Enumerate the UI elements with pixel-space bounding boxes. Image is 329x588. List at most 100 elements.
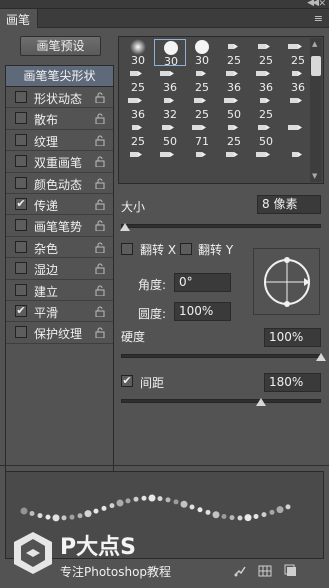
lock-icon[interactable]	[95, 220, 105, 232]
lock-icon[interactable]	[95, 113, 105, 125]
preview-dot	[237, 515, 243, 521]
scroll-up-icon[interactable]: ▲	[312, 40, 320, 48]
brush-option-row[interactable]: 双重画笔	[6, 151, 113, 173]
option-checkbox[interactable]	[15, 133, 27, 146]
preview-dot	[253, 513, 259, 519]
brush-option-row[interactable]: 画笔笔势	[6, 215, 113, 237]
tab-brush[interactable]: 画笔	[0, 9, 38, 28]
new-preset-icon[interactable]	[284, 564, 298, 578]
brush-tip-cell[interactable]: 50	[154, 120, 186, 148]
preview-dot	[109, 503, 115, 509]
brush-tip-cell[interactable]: 30	[122, 39, 154, 67]
brush-tip-cell[interactable]: 71	[186, 120, 218, 148]
size-slider-track[interactable]	[121, 224, 321, 228]
option-checkbox[interactable]	[15, 326, 27, 339]
preview-dot	[52, 514, 60, 522]
option-checkbox[interactable]	[15, 240, 27, 253]
brush-option-row[interactable]: 散布	[6, 108, 113, 130]
option-checkbox[interactable]: ✔	[15, 304, 27, 317]
spacing-slider-thumb[interactable]	[256, 398, 266, 406]
brush-tip-cell[interactable]	[250, 147, 282, 174]
scroll-down-icon[interactable]: ▼	[312, 172, 320, 180]
spacing-input[interactable]: 180%	[264, 373, 321, 392]
lock-icon[interactable]	[95, 156, 105, 168]
brush-tip-cell[interactable]	[154, 147, 186, 174]
option-checkbox[interactable]	[15, 91, 27, 103]
brush-tip-cell[interactable]	[122, 147, 154, 174]
brush-tip-cell[interactable]: 36	[218, 66, 250, 94]
brush-grid-scrollbar[interactable]: ▲ ▼	[310, 38, 322, 182]
lock-icon[interactable]	[95, 199, 105, 210]
spacing-checkbox[interactable]: ✔	[121, 375, 133, 387]
collapse-icon[interactable]: ◀◀	[307, 0, 319, 8]
brush-tip-cell[interactable]: 30	[154, 39, 186, 68]
brush-tip-cell[interactable]: 36	[250, 66, 282, 94]
brush-tip-shape-item[interactable]: 画笔笔尖形状	[6, 66, 113, 87]
hardness-slider-track[interactable]	[121, 354, 321, 358]
brush-tip-cell[interactable]: 32	[154, 93, 186, 121]
brush-tip-cell[interactable]: 25	[186, 66, 218, 94]
brush-angle-circle-icon[interactable]	[254, 249, 321, 316]
option-checkbox[interactable]	[15, 176, 27, 189]
brush-tip-cell[interactable]: 25	[250, 39, 282, 67]
brush-option-row[interactable]: 纹理	[6, 129, 113, 152]
brush-tip-cell[interactable]: 50	[250, 120, 282, 148]
option-checkbox[interactable]	[15, 155, 27, 168]
option-checkbox[interactable]: ✔	[15, 197, 27, 210]
brush-toggle-icon[interactable]	[233, 564, 247, 578]
option-label: 画笔笔势	[34, 220, 83, 235]
scroll-thumb[interactable]	[311, 56, 321, 76]
brush-tip-cell[interactable]: 36	[154, 66, 186, 94]
lock-icon[interactable]	[95, 178, 105, 189]
brush-tip-grid[interactable]: 30 30 30 25 25 25 25 36 25 36 36 36 36 32 25 50 25 25 50 71…	[118, 36, 324, 184]
close-icon[interactable]: ✕	[318, 0, 326, 9]
brush-option-row[interactable]: 杂色	[6, 236, 113, 259]
brush-tip-cell[interactable]: 25	[122, 66, 154, 94]
brush-tip-cell[interactable]: 50	[218, 93, 250, 121]
grid-icon[interactable]	[258, 564, 272, 578]
brush-tip-cell[interactable]	[186, 147, 218, 174]
flip-y-checkbox[interactable]	[180, 243, 192, 255]
flip-x-checkbox[interactable]	[121, 243, 133, 255]
brush-tip-cell[interactable]: 25	[186, 93, 218, 121]
brush-tip-cell[interactable]: 30	[186, 39, 218, 67]
panel-menu-icon[interactable]: ≡	[314, 13, 323, 24]
brush-option-row[interactable]: 保护纹理	[6, 322, 113, 344]
brush-option-row[interactable]: ✔ 传递	[6, 193, 113, 216]
preview-dot	[189, 504, 195, 510]
lock-icon[interactable]	[95, 263, 105, 275]
option-checkbox[interactable]	[15, 219, 27, 232]
bristle-brush-icon	[130, 152, 142, 157]
spacing-slider-track[interactable]	[121, 399, 321, 403]
lock-icon[interactable]	[95, 306, 105, 317]
size-input[interactable]: 8 像素	[257, 195, 321, 214]
brush-tip-cell[interactable]: 25	[250, 93, 282, 121]
lock-icon[interactable]	[95, 327, 105, 339]
brush-option-row[interactable]: 形状动态	[6, 87, 113, 109]
lock-icon[interactable]	[95, 285, 105, 296]
bristle-brush-icon	[196, 152, 206, 157]
brush-tip-cell[interactable]: 25	[218, 120, 250, 148]
brush-tip-cell[interactable]	[218, 147, 250, 174]
size-slider-thumb[interactable]	[120, 223, 130, 231]
option-checkbox[interactable]	[15, 283, 27, 296]
lock-icon[interactable]	[95, 135, 105, 146]
brush-option-row[interactable]: ✔ 平滑	[6, 300, 113, 323]
brush-option-row[interactable]: 湿边	[6, 258, 113, 280]
roundness-input[interactable]: 100%	[174, 302, 231, 321]
brush-tip-cell[interactable]: 25	[218, 39, 250, 67]
hardness-slider-thumb[interactable]	[316, 353, 326, 361]
brush-presets-button[interactable]: 画笔预设	[20, 36, 101, 56]
option-checkbox[interactable]	[15, 112, 27, 125]
brush-option-row[interactable]: 颜色动态	[6, 172, 113, 194]
brush-tip-cell[interactable]: 36	[122, 93, 154, 121]
preview-dot	[93, 508, 99, 514]
angle-roundness-widget[interactable]	[253, 248, 320, 315]
angle-input[interactable]: 0°	[174, 273, 231, 292]
option-checkbox[interactable]	[15, 262, 27, 275]
brush-tip-cell[interactable]: 25	[122, 120, 154, 148]
lock-icon[interactable]	[95, 242, 105, 253]
brush-option-row[interactable]: 建立	[6, 279, 113, 301]
lock-icon[interactable]	[95, 92, 105, 103]
hardness-input[interactable]: 100%	[264, 328, 321, 347]
